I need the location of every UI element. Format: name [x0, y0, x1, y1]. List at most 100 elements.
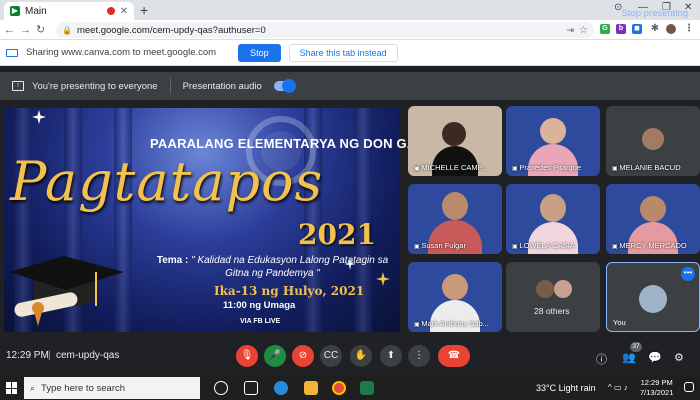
others-count: 28 others [534, 306, 570, 316]
search-placeholder: Type here to search [41, 382, 126, 394]
people-icon[interactable]: 👥 [622, 351, 636, 364]
participant-head [442, 122, 466, 146]
lock-icon: 🔒 [62, 25, 72, 35]
recording-indicator-icon [106, 7, 115, 15]
task-view-icon[interactable] [244, 381, 258, 395]
edge-icon[interactable] [274, 381, 288, 395]
browser-tab-strip: ▶ Main ✕ + ⊙ — ❐ ✕ [0, 0, 700, 20]
browser-tab[interactable]: ▶ Main ✕ [4, 2, 134, 20]
close-tab-icon[interactable]: ✕ [120, 6, 128, 17]
address-bar[interactable]: 🔒 meet.google.com/cem-updy-qas?authuser=… [56, 22, 594, 38]
participant-tile[interactable]: Mark Anthony Sab... [408, 262, 502, 332]
microphone-off-button[interactable]: 🎙 [236, 345, 258, 367]
system-tray-icons[interactable]: ^ ▭ ♪ [608, 383, 628, 392]
camera-off-button[interactable]: ⊘ [292, 345, 314, 367]
taskbar-search-box[interactable]: ⌕ Type here to search [24, 377, 200, 399]
sharing-message: Sharing www.canva.com to meet.google.com [26, 47, 217, 58]
new-tab-button[interactable]: + [140, 3, 148, 17]
meeting-clock: 12:29 PM [6, 350, 49, 361]
system-clock[interactable]: 12:29 PM 7/13/2021 [640, 378, 673, 398]
presenting-status: You're presenting to everyone [32, 80, 158, 92]
participant-name: MERCY MERCADO [612, 241, 686, 250]
graduation-cap-diploma-icon [9, 256, 124, 326]
chrome-icon[interactable] [332, 381, 346, 395]
raise-hand-button[interactable]: ✋ [350, 345, 372, 367]
back-icon[interactable]: ← [4, 23, 15, 37]
camera-permission-icon[interactable]: ⇥ [566, 23, 574, 37]
more-options-button[interactable]: ⋮ [408, 345, 430, 367]
extension-blue-icon[interactable]: ◼ [632, 24, 642, 34]
clock-separator: | [48, 350, 51, 361]
screen-sharing-bar: Sharing www.canva.com to meet.google.com… [0, 40, 700, 66]
slide-date: Ika-13 ng Hulyo, 2021 [214, 284, 365, 298]
bookmark-star-icon[interactable]: ☆ [579, 25, 588, 36]
participant-head [540, 118, 566, 144]
system-time: 12:29 PM [640, 378, 673, 387]
tab-title: Main [25, 5, 47, 17]
participant-name: Mark Anthony Sab... [414, 319, 489, 328]
theme-label: Tema : [156, 255, 189, 266]
weather-widget[interactable]: 33°C Light rain [536, 383, 596, 393]
participant-head [540, 194, 566, 222]
stop-sharing-button[interactable]: Stop [238, 43, 281, 62]
meeting-code: cem-updy-qas [56, 350, 120, 361]
present-now-button[interactable]: ⬆ [380, 345, 402, 367]
participant-tile[interactable]: MICHELLE CAMP... [408, 106, 502, 176]
sparkle-icon [32, 110, 46, 124]
screen-share-icon [6, 48, 18, 57]
search-icon: ⌕ [30, 382, 36, 393]
presentation-audio-toggle[interactable] [273, 79, 296, 93]
others-tile[interactable]: 28 others [506, 262, 600, 332]
meet-favicon-icon: ▶ [10, 6, 20, 16]
participant-head [442, 274, 468, 300]
participant-tile[interactable]: Susan Fulgar [408, 184, 502, 254]
profile-avatar[interactable] [666, 24, 676, 34]
slide-via: VIA FB LIVE [240, 318, 281, 325]
participant-tile[interactable]: MERCY MERCADO [606, 184, 700, 254]
participant-count-badge: 37 [630, 342, 642, 352]
more-options-icon[interactable]: ••• [681, 267, 695, 281]
self-avatar [639, 285, 667, 313]
windows-start-icon[interactable] [6, 382, 18, 394]
extensions-puzzle-icon[interactable]: ✱ [650, 24, 660, 34]
browser-toolbar: ← → ↻ 🔒 meet.google.com/cem-updy-qas?aut… [0, 20, 700, 40]
reload-icon[interactable]: ↻ [36, 23, 45, 37]
slide-headline: Pagtatapos [10, 150, 324, 213]
cortana-icon[interactable] [214, 381, 228, 395]
captions-button[interactable]: CC [320, 345, 342, 367]
extension-b-icon[interactable]: b [616, 24, 626, 34]
participant-tile[interactable]: Praxedes Pitargue [506, 106, 600, 176]
meeting-controls-bar: 12:29 PM | cem-updy-qas 🎙 🎤 ⊘ CC ✋ ⬆ ⋮ ☎… [0, 338, 700, 374]
divider [169, 78, 171, 94]
excel-icon[interactable] [360, 381, 374, 395]
file-explorer-icon[interactable] [304, 381, 318, 395]
participant-avatar [536, 280, 554, 298]
chrome-menu-icon[interactable]: ⋮ [684, 24, 694, 34]
slide-theme: Tema : " Kalidad na Edukasyon Lalong Pat… [150, 254, 395, 280]
participant-head [640, 196, 666, 222]
present-screen-icon: ↑ [12, 81, 24, 91]
participant-name: Susan Fulgar [414, 241, 466, 250]
extension-grammarly-icon[interactable]: G [600, 24, 610, 34]
leave-call-button[interactable]: ☎ [438, 345, 470, 367]
participant-avatar [554, 280, 572, 298]
notifications-icon[interactable] [684, 382, 694, 392]
microphone-icon-button[interactable]: 🎤 [264, 345, 286, 367]
slide-time: 11:00 ng Umaga [223, 300, 296, 311]
self-tile[interactable]: ••• You [606, 262, 700, 332]
school-name: PAARALANG ELEMENTARYA NG DON GALO [150, 136, 435, 151]
activities-icon[interactable]: ⚙ [674, 351, 684, 364]
self-label: You [613, 318, 626, 327]
participant-name: MELANIE BACUD [612, 163, 680, 172]
meeting-details-icon[interactable]: ⓘ [596, 351, 607, 367]
share-this-tab-button[interactable]: Share this tab instead [288, 43, 398, 62]
participant-tile[interactable]: LOWELA CASIA [506, 184, 600, 254]
windows-taskbar: ⌕ Type here to search 33°C Light rain ^ … [0, 376, 700, 400]
participant-tile[interactable]: MELANIE BACUD [606, 106, 700, 176]
participant-name: MICHELLE CAMP... [414, 163, 488, 172]
participant-head [442, 192, 468, 220]
stop-presenting-button[interactable]: Stop presenting [621, 8, 688, 19]
chat-icon[interactable]: 💬 [648, 351, 662, 364]
url-text: meet.google.com/cem-updy-qas?authuser=0 [76, 24, 266, 36]
forward-icon[interactable]: → [20, 23, 31, 37]
